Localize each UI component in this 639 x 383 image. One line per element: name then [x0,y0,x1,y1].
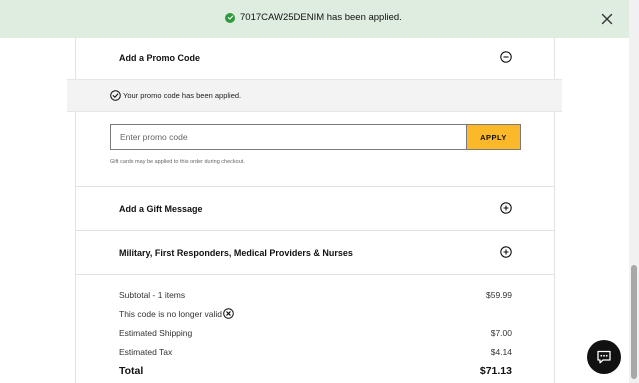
toast-message-row: 7017CAW25DENIM has been applied. [225,12,402,23]
tax-value: $4.14 [490,347,512,357]
plus-circle-icon[interactable] [500,202,512,214]
apply-button[interactable]: APPLY [466,124,521,150]
minus-circle-icon[interactable] [500,51,512,63]
tax-label: Estimated Tax [119,347,173,357]
close-icon[interactable] [601,13,613,25]
check-circle-icon [225,12,235,23]
military-discount-title[interactable]: Military, First Responders, Medical Prov… [119,248,353,258]
subtotal-value: $59.99 [486,290,512,300]
divider [75,186,555,187]
shipping-value: $7.00 [490,328,512,338]
scrollbar-thumb[interactable] [631,265,637,379]
invalid-code-label: This code is no longer valid [119,309,223,319]
promo-applied-toast: 7017CAW25DENIM has been applied. [0,0,629,38]
promo-applied-text: Your promo code has been applied. [123,91,242,100]
check-circle-outline-icon [110,90,121,101]
plus-circle-icon[interactable] [500,246,512,258]
x-circle-icon[interactable] [223,308,234,319]
divider [75,230,555,231]
checkout-page: 7017CAW25DENIM has been applied. Add a P… [0,0,639,383]
chat-icon [597,350,611,364]
divider [75,274,555,275]
promo-section-title[interactable]: Add a Promo Code [119,53,200,63]
chat-button[interactable] [587,340,621,374]
total-label: Total [119,365,144,377]
gift-card-note: Gift cards may be applied to this order … [110,159,245,165]
subtotal-label: Subtotal - 1 items [119,290,186,300]
promo-applied-notice: Your promo code has been applied. [67,79,562,112]
toast-message: 7017CAW25DENIM has been applied. [240,12,402,23]
shipping-label: Estimated Shipping [119,328,193,338]
gift-message-title[interactable]: Add a Gift Message [119,204,203,214]
total-value: $71.13 [479,365,512,377]
promo-code-input[interactable] [110,124,467,150]
